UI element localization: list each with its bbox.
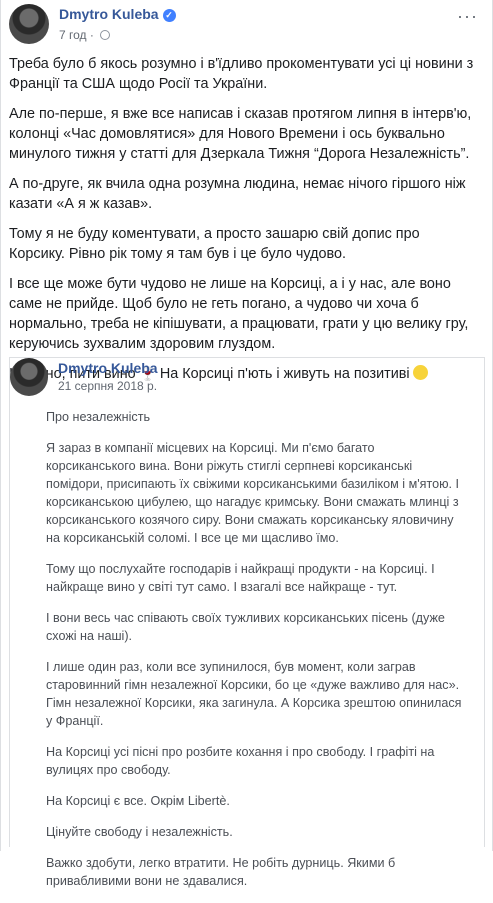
author-name-text[interactable]: Dmytro Kuleba [59, 6, 159, 22]
post-time[interactable]: 7 год [59, 28, 87, 42]
note-title: Про незалежність [46, 410, 151, 424]
shared-avatar[interactable] [10, 358, 48, 396]
more-options-icon[interactable]: ··· [457, 6, 478, 27]
note-paragraph: І вони весь час співають своїх тужливих … [46, 611, 445, 643]
dot-separator: · [89, 28, 94, 42]
shared-date[interactable]: 21 серпня 2018 р. [58, 379, 157, 393]
note-paragraph: На Корсиці є все. Окрім Libertè. [46, 794, 230, 808]
verified-badge-icon: ✓ [162, 9, 176, 22]
facebook-post: Dmytro Kuleba ✓ 7 год · ··· Треба було б … [0, 0, 493, 888]
post-paragraph: А по-друге, як вчила одна розумна людина… [9, 176, 466, 212]
note-paragraph: Цінуйте свободу і незалежність. [46, 825, 233, 839]
avatar[interactable] [9, 4, 49, 44]
post-body: Треба було б якось розумно і в'їдливо пр… [9, 54, 479, 394]
post-paragraph: І все ще може бути чудово не лише на Кор… [9, 276, 469, 352]
note-paragraph: На Корсиці усі пісні про розбите кохання… [46, 745, 435, 777]
post-paragraph: Але по-перше, я вже все написав і сказав… [9, 106, 472, 162]
note-paragraph: І лише один раз, коли все зупинилося, бу… [46, 660, 462, 728]
shared-note-text: Про незалежність Я зараз в компанії місц… [46, 408, 466, 903]
author-name[interactable]: Dmytro Kuleba ✓ [59, 6, 176, 22]
post-meta: 7 год · [59, 28, 110, 42]
shared-author-name[interactable]: Dmytro Kuleba [58, 360, 158, 376]
note-paragraph: Я зараз в компанії місцевих на Корсиці. … [46, 441, 460, 545]
note-paragraph: Важко здобути, легко втратити. Не робіть… [46, 856, 396, 888]
post-paragraph: Треба було б якось розумно і в'їдливо пр… [9, 56, 474, 92]
globe-icon[interactable] [99, 30, 110, 40]
shared-post[interactable]: Dmytro Kuleba 21 серпня 2018 р. Про неза… [9, 357, 485, 888]
post-paragraph: Тому я не буду коментувати, а просто заш… [9, 226, 420, 262]
note-paragraph: Тому що послухайте господарів і найкращі… [46, 562, 435, 594]
